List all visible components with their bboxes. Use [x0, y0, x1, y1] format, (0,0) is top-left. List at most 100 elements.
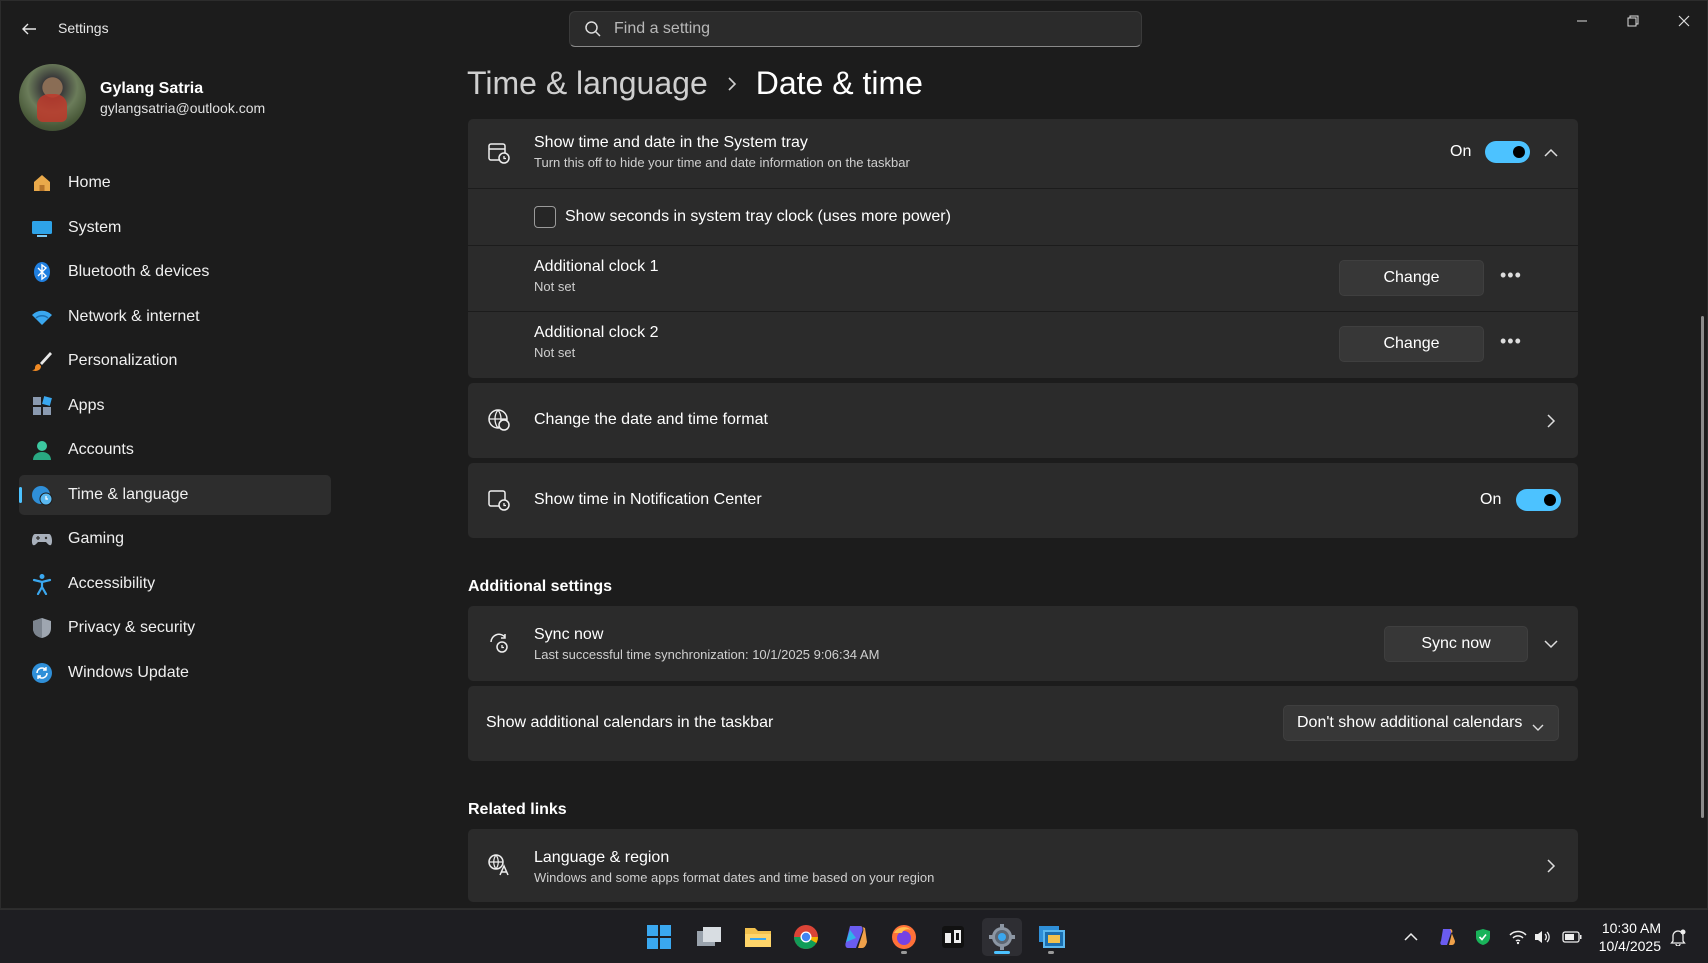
title-bar: Settings: [1, 1, 1707, 57]
notification-center-card: Show time in Notification Center On: [468, 463, 1578, 538]
show-seconds-checkbox[interactable]: [534, 206, 556, 228]
sidebar-item-privacy[interactable]: Privacy & security: [19, 608, 331, 648]
chevron-down-icon: [1532, 719, 1544, 737]
sidebar-item-time-language[interactable]: Time & language: [19, 474, 331, 515]
running-indicator: [994, 951, 1010, 954]
user-email: gylangsatria@outlook.com: [100, 100, 266, 116]
sidebar-item-label: Bluetooth & devices: [68, 263, 210, 280]
chrome-icon[interactable]: [786, 918, 826, 956]
file-explorer-icon[interactable]: [738, 918, 778, 956]
show-seconds-label[interactable]: Show seconds in system tray clock (uses …: [565, 208, 951, 226]
apps-icon: [30, 394, 54, 418]
settings-window: Settings Gylang Satria gylangsatria@outl…: [0, 0, 1708, 909]
additional-settings-heading: Additional settings: [468, 578, 612, 595]
settings-icon[interactable]: [982, 918, 1022, 956]
chevron-up-icon[interactable]: [1400, 926, 1422, 948]
notification-clock-icon: [486, 487, 512, 513]
date-format-card[interactable]: Change the date and time format: [468, 383, 1578, 458]
sidebar-item-label: Gaming: [68, 530, 125, 547]
notification-center-title: Show time in Notification Center: [534, 491, 762, 508]
sidebar-item-label: Network & internet: [68, 307, 200, 325]
toggle-state-label: On: [1450, 143, 1472, 160]
language-region-subtitle: Windows and some apps format dates and t…: [534, 870, 935, 885]
breadcrumb-parent-link[interactable]: Time & language: [467, 65, 708, 102]
search-box[interactable]: [569, 11, 1142, 47]
sidebar-item-home[interactable]: Home: [19, 163, 331, 203]
sidebar-item-label: Privacy & security: [68, 619, 196, 636]
avatar[interactable]: [19, 64, 86, 131]
back-button[interactable]: [15, 15, 43, 43]
sync-now-card: Sync now Last successful time synchroniz…: [468, 606, 1578, 681]
minimize-button[interactable]: [1559, 7, 1605, 35]
sync-now-button[interactable]: Sync now: [1384, 626, 1528, 662]
system-tray-title: Show time and date in the System tray: [534, 134, 808, 151]
copilot-icon[interactable]: [835, 918, 875, 956]
sidebar-item-label: Apps: [68, 396, 105, 414]
minimize-icon: [1577, 20, 1587, 22]
taskbar-time: 10:30 AM: [1601, 920, 1661, 936]
update-icon: [30, 661, 54, 685]
change-clock-1-button[interactable]: Change: [1339, 260, 1484, 296]
sidebar-item-apps[interactable]: Apps: [19, 386, 331, 426]
sidebar-item-network[interactable]: Network & internet: [19, 297, 331, 337]
additional-clock-2-row: Additional clock 2 Not set Change •••: [468, 312, 1578, 378]
system-tray-toggle[interactable]: [1485, 141, 1530, 163]
sidebar-item-windows-update[interactable]: Windows Update: [19, 653, 331, 693]
chevron-down-icon[interactable]: [1541, 634, 1561, 654]
sidebar-item-personalization[interactable]: Personalization: [19, 341, 331, 381]
sync-clock-icon: [486, 630, 512, 656]
search-icon: [585, 21, 601, 37]
avatar-photo: [37, 94, 67, 122]
sidebar-item-system[interactable]: System: [19, 208, 331, 248]
wifi-icon[interactable]: [1507, 926, 1529, 948]
sidebar-item-accounts[interactable]: Accounts: [19, 430, 331, 470]
task-view-icon[interactable]: [689, 918, 729, 956]
volume-icon[interactable]: [1531, 926, 1553, 948]
additional-clock-1-status: Not set: [534, 279, 576, 294]
sidebar-item-label: Personalization: [68, 352, 178, 369]
globe-format-icon: [486, 407, 512, 433]
copilot-tray-icon[interactable]: [1436, 926, 1458, 948]
remote-desktop-icon[interactable]: [1031, 918, 1071, 956]
language-region-link[interactable]: Language & region Windows and some apps …: [468, 829, 1578, 902]
change-clock-2-button[interactable]: Change: [1339, 326, 1484, 362]
dropdown-selected-value: Don't show additional calendars: [1297, 714, 1523, 731]
search-input[interactable]: [614, 20, 1114, 38]
breadcrumb: Time & language Date & time: [467, 65, 923, 102]
additional-calendars-card: Show additional calendars in the taskbar…: [468, 686, 1578, 761]
system-icon: [30, 216, 54, 240]
terminal-icon[interactable]: [933, 918, 973, 956]
taskbar-clock[interactable]: 10:30 AM 10/4/2025: [1599, 919, 1661, 955]
more-options-icon[interactable]: •••: [1500, 331, 1522, 352]
user-name: Gylang Satria: [100, 80, 204, 97]
chevron-right-icon: [1541, 856, 1561, 876]
additional-clock-2-status: Not set: [534, 345, 576, 360]
windows-start-icon[interactable]: [639, 918, 679, 956]
sidebar-nav: Home System Bluetooth & devices Network …: [19, 163, 331, 697]
sidebar-item-bluetooth[interactable]: Bluetooth & devices: [19, 252, 331, 292]
language-icon: [486, 852, 512, 878]
running-indicator: [1048, 951, 1054, 954]
sidebar-item-accessibility[interactable]: Accessibility: [19, 564, 331, 604]
chevron-up-icon[interactable]: [1541, 143, 1561, 163]
sidebar-item-gaming[interactable]: Gaming: [19, 519, 331, 559]
additional-calendars-dropdown[interactable]: Don't show additional calendars: [1283, 705, 1559, 741]
close-button[interactable]: [1661, 7, 1707, 35]
additional-clock-1-row: Additional clock 1 Not set Change •••: [468, 246, 1578, 311]
notification-bell-icon[interactable]: [1667, 926, 1689, 948]
maximize-button[interactable]: [1610, 7, 1656, 35]
firefox-icon[interactable]: [884, 918, 924, 956]
scrollbar[interactable]: [1701, 316, 1704, 818]
toggle-state-label: On: [1480, 491, 1502, 508]
system-tray-subtitle: Turn this off to hide your time and date…: [534, 155, 910, 170]
battery-icon[interactable]: [1561, 926, 1583, 948]
sidebar-item-label: Home: [68, 174, 111, 191]
back-arrow-icon: [22, 23, 36, 35]
gamepad-icon: [30, 527, 54, 551]
security-icon[interactable]: [1472, 926, 1494, 948]
sidebar-item-label: Accounts: [68, 441, 134, 458]
notification-center-toggle[interactable]: [1516, 489, 1561, 511]
more-options-icon[interactable]: •••: [1500, 265, 1522, 286]
accounts-icon: [30, 438, 54, 462]
system-tray-header[interactable]: Show time and date in the System tray Tu…: [468, 119, 1578, 188]
